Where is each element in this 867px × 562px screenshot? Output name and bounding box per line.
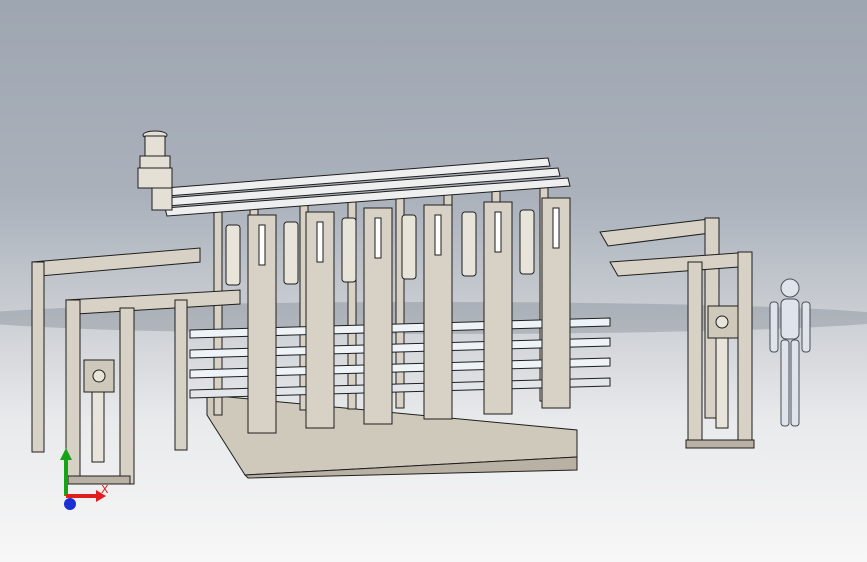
valve-assembly (137, 130, 173, 211)
x-axis-label: X (101, 483, 109, 496)
cad-viewport[interactable]: X (0, 0, 867, 562)
left-frame (31, 247, 241, 485)
human-scale-figure (769, 278, 811, 427)
z-axis-dot (64, 498, 76, 510)
model-canvas: X (0, 130, 867, 510)
right-frame (599, 217, 755, 449)
